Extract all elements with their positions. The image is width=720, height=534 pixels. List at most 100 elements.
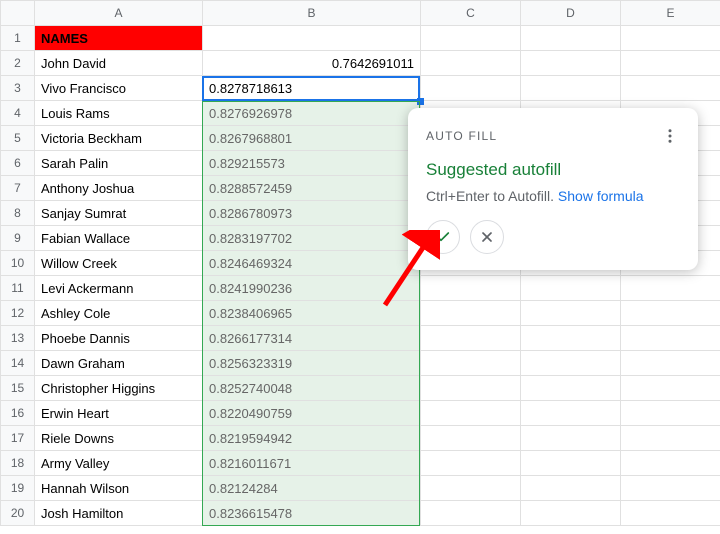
cell-E18[interactable] [621, 451, 720, 476]
cell-D15[interactable] [521, 376, 621, 401]
cell-E3[interactable] [621, 76, 720, 101]
row-header[interactable]: 5 [1, 126, 35, 151]
row-header[interactable]: 2 [1, 51, 35, 76]
cell-B14[interactable]: 0.8256323319 [203, 351, 421, 376]
row-header[interactable]: 10 [1, 251, 35, 276]
cell-D17[interactable] [521, 426, 621, 451]
cell-A1[interactable]: NAMES [35, 26, 203, 51]
row-header[interactable]: 6 [1, 151, 35, 176]
col-header-E[interactable]: E [621, 1, 720, 26]
row-header[interactable]: 4 [1, 101, 35, 126]
accept-autofill-button[interactable] [426, 220, 460, 254]
row-header[interactable]: 11 [1, 276, 35, 301]
cell-C1[interactable] [421, 26, 521, 51]
cell-B10[interactable]: 0.8246469324 [203, 251, 421, 276]
cell-B12[interactable]: 0.8238406965 [203, 301, 421, 326]
col-header-A[interactable]: A [35, 1, 203, 26]
cell-E11[interactable] [621, 276, 720, 301]
row-header[interactable]: 9 [1, 226, 35, 251]
cell-C15[interactable] [421, 376, 521, 401]
cell-B6[interactable]: 0.829215573 [203, 151, 421, 176]
cell-C17[interactable] [421, 426, 521, 451]
row-header[interactable]: 20 [1, 501, 35, 526]
cell-A5[interactable]: Victoria Beckham [35, 126, 203, 151]
cell-D12[interactable] [521, 301, 621, 326]
show-formula-link[interactable]: Show formula [558, 188, 644, 204]
row-header[interactable]: 12 [1, 301, 35, 326]
cell-C19[interactable] [421, 476, 521, 501]
cell-B7[interactable]: 0.8288572459 [203, 176, 421, 201]
cell-D20[interactable] [521, 501, 621, 526]
cell-C2[interactable] [421, 51, 521, 76]
cell-B2[interactable]: 0.7642691011 [203, 51, 421, 76]
cell-B15[interactable]: 0.8252740048 [203, 376, 421, 401]
cell-A18[interactable]: Army Valley [35, 451, 203, 476]
cell-E20[interactable] [621, 501, 720, 526]
cell-E12[interactable] [621, 301, 720, 326]
row-header[interactable]: 14 [1, 351, 35, 376]
cell-E19[interactable] [621, 476, 720, 501]
cell-E1[interactable] [621, 26, 720, 51]
cell-A14[interactable]: Dawn Graham [35, 351, 203, 376]
col-header-D[interactable]: D [521, 1, 621, 26]
more-options-button[interactable] [660, 126, 680, 146]
cell-D2[interactable] [521, 51, 621, 76]
row-header[interactable]: 15 [1, 376, 35, 401]
row-header[interactable]: 1 [1, 26, 35, 51]
corner-cell[interactable] [1, 1, 35, 26]
cell-A3[interactable]: Vivo Francisco [35, 76, 203, 101]
row-header[interactable]: 16 [1, 401, 35, 426]
cell-A11[interactable]: Levi Ackermann [35, 276, 203, 301]
row-header[interactable]: 3 [1, 76, 35, 101]
cell-A4[interactable]: Louis Rams [35, 101, 203, 126]
cell-D1[interactable] [521, 26, 621, 51]
col-header-C[interactable]: C [421, 1, 521, 26]
cell-D18[interactable] [521, 451, 621, 476]
row-header[interactable]: 13 [1, 326, 35, 351]
cell-B19[interactable]: 0.82124284 [203, 476, 421, 501]
cell-A2[interactable]: John David [35, 51, 203, 76]
cell-A7[interactable]: Anthony Joshua [35, 176, 203, 201]
cell-B17[interactable]: 0.8219594942 [203, 426, 421, 451]
cell-A20[interactable]: Josh Hamilton [35, 501, 203, 526]
cell-C11[interactable] [421, 276, 521, 301]
cell-D13[interactable] [521, 326, 621, 351]
cell-E14[interactable] [621, 351, 720, 376]
cell-C14[interactable] [421, 351, 521, 376]
cell-A12[interactable]: Ashley Cole [35, 301, 203, 326]
row-header[interactable]: 7 [1, 176, 35, 201]
cell-A6[interactable]: Sarah Palin [35, 151, 203, 176]
cell-B9[interactable]: 0.8283197702 [203, 226, 421, 251]
cell-A8[interactable]: Sanjay Sumrat [35, 201, 203, 226]
cell-C13[interactable] [421, 326, 521, 351]
cell-B4[interactable]: 0.8276926978 [203, 101, 421, 126]
row-header[interactable]: 19 [1, 476, 35, 501]
cell-A13[interactable]: Phoebe Dannis [35, 326, 203, 351]
cell-B13[interactable]: 0.8266177314 [203, 326, 421, 351]
cell-B5[interactable]: 0.8267968801 [203, 126, 421, 151]
cell-E17[interactable] [621, 426, 720, 451]
cell-D19[interactable] [521, 476, 621, 501]
cell-B16[interactable]: 0.8220490759 [203, 401, 421, 426]
cell-C18[interactable] [421, 451, 521, 476]
cell-A16[interactable]: Erwin Heart [35, 401, 203, 426]
cell-C16[interactable] [421, 401, 521, 426]
cell-B18[interactable]: 0.8216011671 [203, 451, 421, 476]
cell-B20[interactable]: 0.8236615478 [203, 501, 421, 526]
cell-B3-selected[interactable]: 0.8278718613 [203, 76, 421, 101]
col-header-B[interactable]: B [203, 1, 421, 26]
cell-C20[interactable] [421, 501, 521, 526]
row-header[interactable]: 18 [1, 451, 35, 476]
cell-A10[interactable]: Willow Creek [35, 251, 203, 276]
cell-C12[interactable] [421, 301, 521, 326]
cell-C3[interactable] [421, 76, 521, 101]
cell-A15[interactable]: Christopher Higgins [35, 376, 203, 401]
cell-A19[interactable]: Hannah Wilson [35, 476, 203, 501]
cell-D14[interactable] [521, 351, 621, 376]
row-header[interactable]: 8 [1, 201, 35, 226]
cell-B1[interactable] [203, 26, 421, 51]
cell-B8[interactable]: 0.8286780973 [203, 201, 421, 226]
cell-E2[interactable] [621, 51, 720, 76]
cell-D16[interactable] [521, 401, 621, 426]
cell-D11[interactable] [521, 276, 621, 301]
